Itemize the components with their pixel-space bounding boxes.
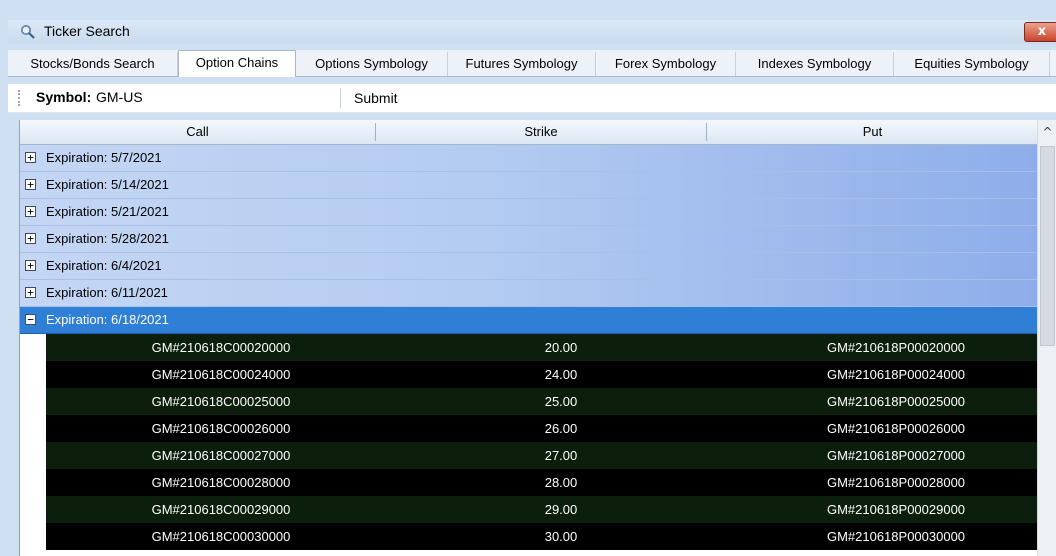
- expiration-group[interactable]: + Expiration: 5/7/2021: [20, 145, 1038, 172]
- tab-options-symbology[interactable]: Options Symbology: [296, 52, 448, 76]
- plus-icon[interactable]: +: [25, 152, 36, 163]
- expiration-group[interactable]: + Expiration: 5/14/2021: [20, 172, 1038, 199]
- table-row[interactable]: GM#210618C00030000 30.00 GM#210618P00030…: [46, 523, 1038, 550]
- grid-header: Call Strike Put: [20, 120, 1038, 145]
- call-symbol: GM#210618C00029000: [151, 502, 291, 517]
- close-button[interactable]: x: [1024, 22, 1056, 42]
- expiration-label: Expiration: 6/11/2021: [46, 285, 168, 300]
- tab-equities-symbology[interactable]: Equities Symbology: [894, 52, 1050, 76]
- expiration-label: Expiration: 5/14/2021: [46, 177, 169, 192]
- put-symbol: GM#210618P00027000: [826, 448, 966, 463]
- plus-icon[interactable]: +: [25, 206, 36, 217]
- strike-value: 28.00: [544, 475, 578, 490]
- expiration-group[interactable]: + Expiration: 6/11/2021: [20, 280, 1038, 307]
- symbol-toolbar: Symbol: GM-US Submit: [8, 84, 1056, 113]
- plus-icon[interactable]: +: [25, 260, 36, 271]
- column-header-put[interactable]: Put: [707, 120, 1038, 144]
- put-symbol: GM#210618P00020000: [826, 340, 966, 355]
- put-symbol: GM#210618P00025000: [826, 394, 966, 409]
- symbol-label: Symbol:: [36, 89, 92, 105]
- symbol-input[interactable]: GM-US: [96, 89, 143, 105]
- table-row[interactable]: GM#210618C00020000 20.00 GM#210618P00020…: [46, 334, 1038, 361]
- tab-option-chains[interactable]: Option Chains: [178, 50, 296, 77]
- expiration-group[interactable]: + Expiration: 5/21/2021: [20, 199, 1038, 226]
- call-symbol: GM#210618C00028000: [151, 475, 291, 490]
- scrollbar-thumb[interactable]: [1040, 146, 1055, 346]
- table-row[interactable]: GM#210618C00024000 24.00 GM#210618P00024…: [46, 361, 1038, 388]
- minus-icon[interactable]: −: [25, 314, 36, 325]
- expiration-label: Expiration: 5/7/2021: [46, 150, 162, 165]
- table-row[interactable]: GM#210618C00028000 28.00 GM#210618P00028…: [46, 469, 1038, 496]
- put-symbol: GM#210618P00028000: [826, 475, 966, 490]
- expiration-group[interactable]: + Expiration: 6/4/2021: [20, 253, 1038, 280]
- call-symbol: GM#210618C00025000: [151, 394, 291, 409]
- vertical-scrollbar[interactable]: ^: [1037, 120, 1056, 556]
- submit-button[interactable]: Submit: [348, 87, 404, 109]
- chevron-up-icon[interactable]: ^: [1038, 120, 1056, 144]
- plus-icon[interactable]: +: [25, 179, 36, 190]
- strike-value: 27.00: [544, 448, 578, 463]
- table-row[interactable]: GM#210618C00026000 26.00 GM#210618P00026…: [46, 415, 1038, 442]
- strike-value: 25.00: [544, 394, 578, 409]
- put-symbol: GM#210618P00029000: [826, 502, 966, 517]
- strike-value: 26.00: [544, 421, 578, 436]
- tab-forex-symbology[interactable]: Forex Symbology: [596, 52, 736, 76]
- plus-icon[interactable]: +: [25, 233, 36, 244]
- call-symbol: GM#210618C00020000: [151, 340, 291, 355]
- expiration-group[interactable]: + Expiration: 5/28/2021: [20, 226, 1038, 253]
- put-symbol: GM#210618P00026000: [826, 421, 966, 436]
- expiration-label: Expiration: 5/28/2021: [46, 231, 169, 246]
- table-row[interactable]: GM#210618C00027000 27.00 GM#210618P00027…: [46, 442, 1038, 469]
- search-icon: [20, 24, 36, 40]
- title-bar: Ticker Search x: [8, 20, 1056, 44]
- ticker-search-window: Ticker Search x Stocks/Bonds Search Opti…: [0, 0, 1056, 556]
- expiration-label: Expiration: 6/18/2021: [46, 312, 169, 327]
- expiration-label: Expiration: 5/21/2021: [46, 204, 169, 219]
- close-icon: x: [1037, 24, 1047, 39]
- column-header-call[interactable]: Call: [20, 120, 375, 144]
- put-symbol: GM#210618P00024000: [826, 367, 966, 382]
- call-symbol: GM#210618C00026000: [151, 421, 291, 436]
- toolbar-grip[interactable]: [18, 90, 22, 106]
- toolbar-separator: [340, 88, 341, 108]
- strike-value: 30.00: [544, 529, 578, 544]
- call-symbol: GM#210618C00030000: [151, 529, 291, 544]
- option-chain-grid: Call Strike Put + Expiration: 5/7/2021 +…: [19, 120, 1038, 556]
- tab-futures-symbology[interactable]: Futures Symbology: [448, 52, 596, 76]
- plus-icon[interactable]: +: [25, 287, 36, 298]
- strike-value: 24.00: [544, 367, 578, 382]
- tab-strip: Stocks/Bonds Search Option Chains Option…: [8, 50, 1056, 77]
- strike-value: 20.00: [544, 340, 578, 355]
- window-title: Ticker Search: [44, 23, 130, 39]
- put-symbol: GM#210618P00030000: [826, 529, 966, 544]
- expiration-group-selected[interactable]: − Expiration: 6/18/2021: [20, 307, 1038, 334]
- tab-indexes-symbology[interactable]: Indexes Symbology: [736, 52, 894, 76]
- column-header-strike[interactable]: Strike: [376, 120, 706, 144]
- tab-stocks-bonds-search[interactable]: Stocks/Bonds Search: [8, 52, 178, 76]
- strike-value: 29.00: [544, 502, 578, 517]
- call-symbol: GM#210618C00024000: [151, 367, 291, 382]
- table-row[interactable]: GM#210618C00025000 25.00 GM#210618P00025…: [46, 388, 1038, 415]
- table-row[interactable]: GM#210618C00029000 29.00 GM#210618P00029…: [46, 496, 1038, 523]
- call-symbol: GM#210618C00027000: [151, 448, 291, 463]
- expiration-label: Expiration: 6/4/2021: [46, 258, 162, 273]
